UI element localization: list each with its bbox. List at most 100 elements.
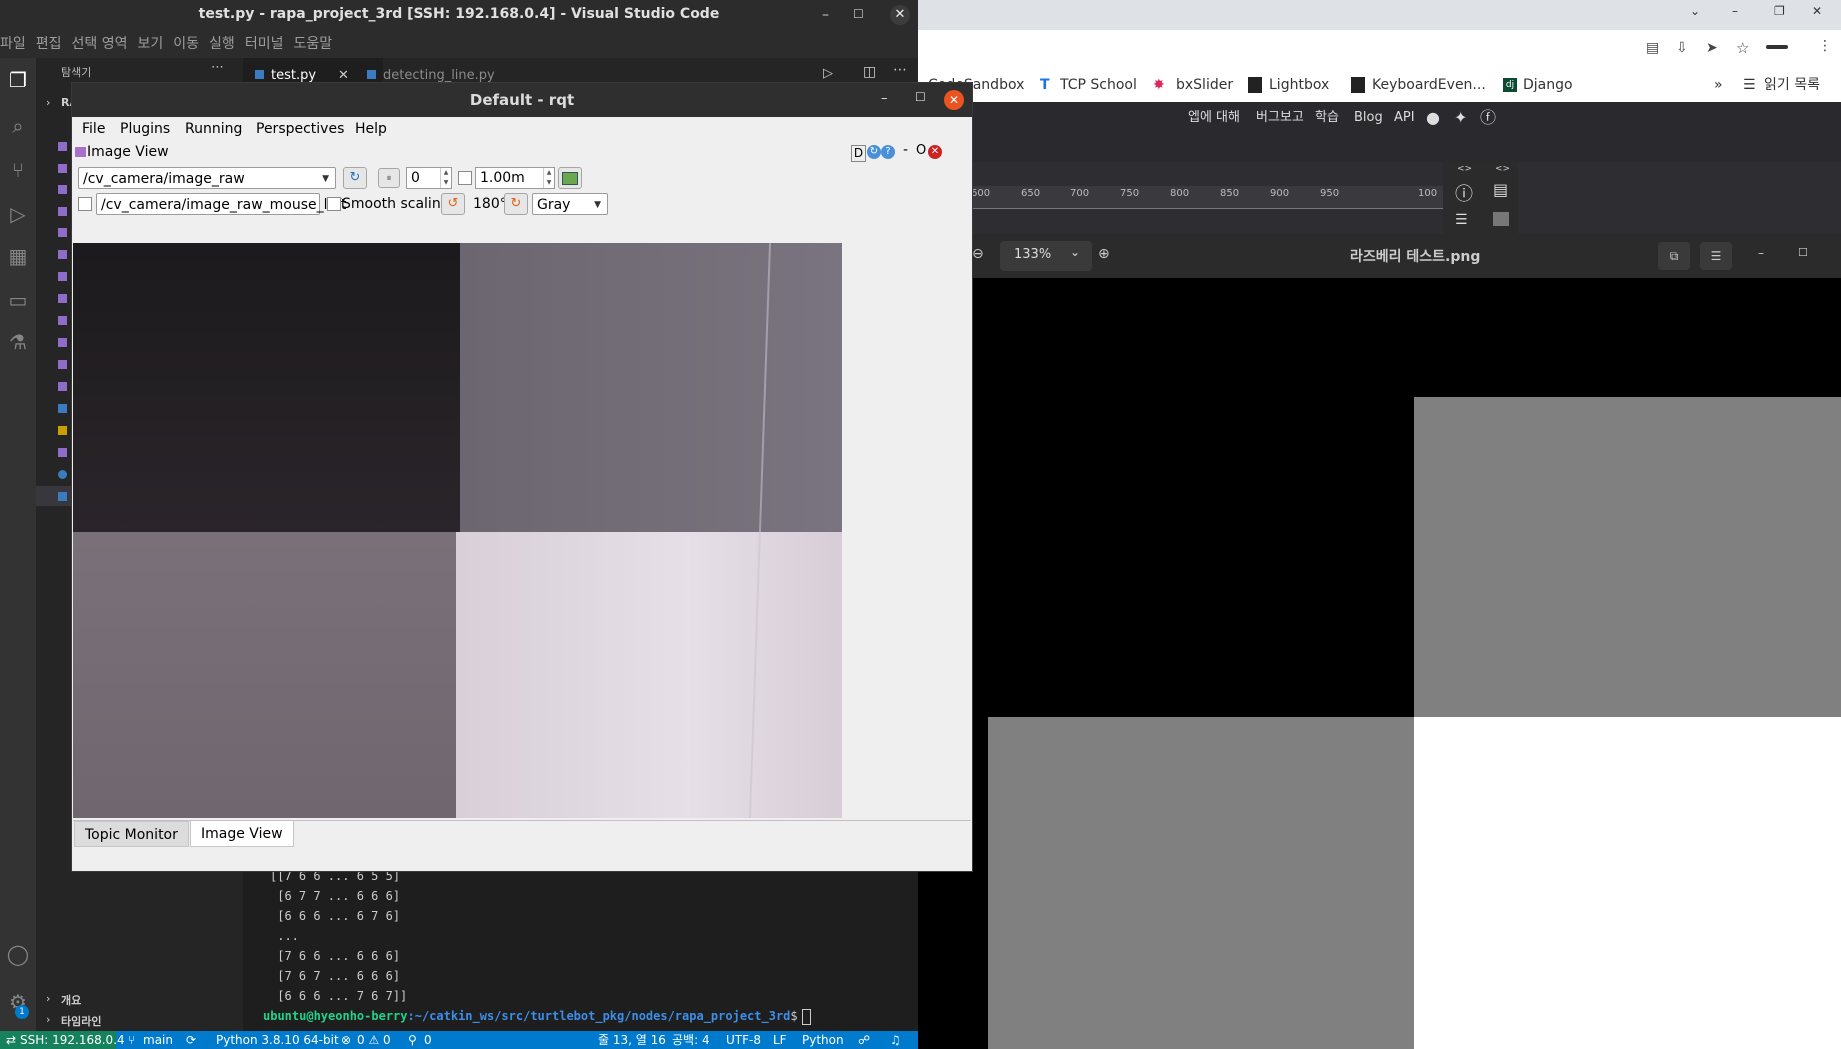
zoom-in-icon[interactable]: ⊕ bbox=[1098, 246, 1110, 262]
plugin-dock-button[interactable]: D bbox=[851, 145, 866, 162]
zoom-out-icon[interactable]: ⊖ bbox=[972, 246, 984, 262]
menu-go[interactable]: 이동 bbox=[173, 30, 203, 58]
rqt-menu-help[interactable]: Help bbox=[355, 117, 387, 141]
remote-host[interactable]: SSH: 192.168.0.4 bbox=[20, 1031, 125, 1049]
nav-api[interactable]: API bbox=[1394, 102, 1415, 134]
clipboard-icon[interactable]: ▤ bbox=[1646, 40, 1659, 56]
rate-checkbox[interactable] bbox=[458, 171, 472, 185]
menu-view[interactable]: 보기 bbox=[138, 30, 168, 58]
explorer-icon[interactable]: ❐ bbox=[6, 68, 30, 92]
plugin-float-button[interactable]: O bbox=[916, 143, 926, 158]
bookmark-tcp-school[interactable]: TCP School bbox=[1060, 68, 1137, 102]
extensions-icon[interactable]: ▦ bbox=[6, 244, 30, 268]
rqt-maximize-button[interactable]: ☐ bbox=[915, 90, 926, 104]
rqt-menu-perspectives[interactable]: Perspectives bbox=[256, 117, 344, 141]
viewer-minimize-button[interactable]: – bbox=[1758, 246, 1764, 260]
nav-about[interactable]: 엡에 대해 bbox=[1188, 102, 1240, 134]
vscode-maximize-button[interactable]: ☐ bbox=[853, 5, 871, 23]
topic-select[interactable]: /cv_camera/image_raw ▼ bbox=[78, 167, 336, 189]
bookmark-django[interactable]: Django bbox=[1523, 68, 1573, 102]
save-image-button[interactable] bbox=[558, 167, 582, 189]
menu-help[interactable]: 도움말 bbox=[293, 30, 336, 58]
sync-icon[interactable]: ⟳ bbox=[186, 1031, 196, 1049]
download-icon[interactable]: ⇩ bbox=[1676, 40, 1688, 56]
ports-count[interactable]: 0 bbox=[424, 1031, 432, 1049]
browser-close-button[interactable]: ✕ bbox=[1812, 4, 1822, 18]
fullscreen-icon[interactable]: ⧉ bbox=[1658, 242, 1690, 270]
viewer-menu-icon[interactable]: ☰ bbox=[1700, 242, 1732, 270]
terminal-panel[interactable]: [[7 6 6 ... 6 5 5] [6 7 7 ... 6 6 6] [6 … bbox=[243, 858, 918, 1031]
account-icon[interactable]: ◯ bbox=[6, 942, 30, 966]
outline-chevron-icon[interactable]: › bbox=[46, 992, 50, 1005]
rqt-close-button[interactable]: ✕ bbox=[944, 90, 964, 110]
tab-topic-monitor[interactable]: Topic Monitor bbox=[74, 821, 189, 847]
rqt-minimize-button[interactable]: – bbox=[881, 91, 888, 106]
info-icon[interactable]: ⓘ bbox=[1455, 180, 1473, 206]
num-gridlines-spinbox[interactable]: 0 ▲ ▼ bbox=[406, 167, 452, 189]
camera-image[interactable] bbox=[73, 243, 842, 818]
plugin-help-icon[interactable]: ? bbox=[881, 145, 895, 159]
reddit-icon[interactable]: ● bbox=[1426, 102, 1440, 134]
bookmark-lightbox[interactable]: Lightbox bbox=[1269, 68, 1329, 102]
timeline-section[interactable]: 타임라인 bbox=[61, 1013, 101, 1029]
browser-minimize-button[interactable]: – bbox=[1732, 4, 1738, 18]
plugin-minimize-button[interactable]: - bbox=[903, 142, 908, 158]
source-control-icon[interactable]: ⑂ bbox=[6, 158, 30, 182]
line-ending[interactable]: LF bbox=[773, 1031, 787, 1049]
spin-arrows-icon[interactable]: ▲ ▼ bbox=[543, 168, 554, 188]
history-icon[interactable]: ▤ bbox=[1493, 180, 1508, 199]
tab-image-view[interactable]: Image View bbox=[190, 821, 294, 847]
max-rate-spinbox[interactable]: 1.00m ▲ ▼ bbox=[475, 167, 555, 189]
refresh-topics-button[interactable]: ↻ bbox=[343, 167, 367, 189]
image-viewer-canvas[interactable] bbox=[918, 278, 1841, 1049]
browser-menu-icon[interactable]: ⋮ bbox=[1818, 38, 1832, 54]
vscode-minimize-button[interactable]: – bbox=[822, 6, 840, 24]
menu-edit[interactable]: 편집 bbox=[36, 30, 66, 58]
bookmark-keyboardevent[interactable]: KeyboardEven... bbox=[1372, 68, 1486, 102]
smooth-scaling-checkbox[interactable] bbox=[327, 197, 341, 211]
plugin-reload-icon[interactable]: ↻ bbox=[867, 145, 881, 159]
mouse-topic-input[interactable]: /cv_camera/image_raw_mouse_left bbox=[96, 193, 346, 215]
facebook-icon[interactable]: ⓕ bbox=[1480, 102, 1496, 134]
explorer-more-icon[interactable]: ⋯ bbox=[211, 60, 224, 75]
twitter-icon[interactable]: ✦ bbox=[1454, 102, 1467, 134]
menu-file[interactable]: 파일 bbox=[0, 30, 30, 58]
search-icon[interactable]: ⌕ bbox=[6, 114, 30, 138]
menu-selection[interactable]: 선택 영역 bbox=[72, 30, 132, 58]
explorer-root-chevron-icon[interactable]: › bbox=[46, 96, 50, 109]
split-editor-icon[interactable]: ◫ bbox=[863, 64, 876, 80]
adjust-icon[interactable]: ☰ bbox=[1455, 212, 1468, 228]
viewer-maximize-button[interactable]: ☐ bbox=[1798, 246, 1808, 259]
run-file-icon[interactable]: ▷ bbox=[823, 66, 833, 81]
extension-icon[interactable] bbox=[1766, 45, 1788, 49]
rotate-right-button[interactable]: ↻ bbox=[504, 193, 528, 215]
spin-arrows-icon[interactable]: ▲ ▼ bbox=[440, 168, 451, 188]
layers-icon[interactable] bbox=[1493, 212, 1509, 226]
color-scheme-select[interactable]: Gray ▼ bbox=[532, 193, 608, 215]
feedback-icon[interactable]: ☍ bbox=[858, 1031, 870, 1049]
code-tab-icon[interactable]: <> bbox=[1495, 164, 1510, 174]
rotate-left-button[interactable]: ↺ bbox=[441, 193, 465, 215]
bookmarks-overflow[interactable]: » bbox=[1714, 68, 1723, 102]
rqt-menu-file[interactable]: File bbox=[82, 117, 105, 141]
vscode-close-button[interactable]: ✕ bbox=[890, 5, 910, 25]
reading-list[interactable]: 읽기 목록 bbox=[1764, 68, 1820, 102]
remote-explorer-icon[interactable]: ▭ bbox=[6, 288, 30, 312]
nav-bug-report[interactable]: 버그보고 bbox=[1256, 102, 1304, 134]
send-icon[interactable]: ➤ bbox=[1706, 40, 1718, 56]
bookmark-star-icon[interactable]: ☆ bbox=[1736, 39, 1749, 57]
nav-blog[interactable]: Blog bbox=[1354, 102, 1383, 134]
rqt-menu-running[interactable]: Running bbox=[185, 117, 242, 141]
notifications-icon[interactable]: ♫ bbox=[890, 1031, 901, 1049]
pause-button[interactable]: ⏸ bbox=[378, 168, 400, 188]
plugin-close-icon[interactable]: ✕ bbox=[928, 145, 942, 159]
timeline-chevron-icon[interactable]: › bbox=[46, 1013, 50, 1026]
python-interpreter[interactable]: Python 3.8.10 64-bit bbox=[216, 1031, 339, 1049]
cursor-position[interactable]: 줄 13, 열 16 bbox=[598, 1031, 666, 1049]
zoom-selector[interactable]: 133% ⌄ bbox=[1000, 241, 1092, 271]
problems-count[interactable]: 0 ⚠ 0 bbox=[357, 1031, 391, 1049]
language-mode[interactable]: Python bbox=[802, 1031, 844, 1049]
code-tab-icon[interactable]: <> bbox=[1457, 164, 1472, 174]
rqt-menu-plugins[interactable]: Plugins bbox=[120, 117, 170, 141]
run-debug-icon[interactable]: ▷ bbox=[6, 202, 30, 226]
